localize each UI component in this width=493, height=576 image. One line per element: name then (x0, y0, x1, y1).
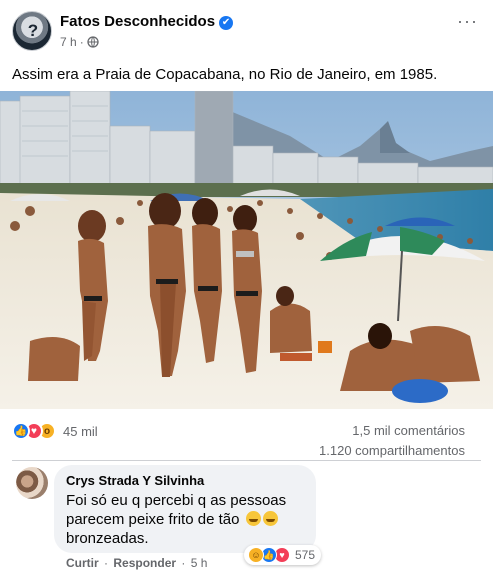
post-reactions[interactable]: 👍 ♥ o 45 mil (12, 422, 98, 440)
post-caption: Assim era a Praia de Copacabana, no Rio … (12, 66, 438, 83)
action-separator: · (181, 556, 186, 570)
stats-divider (12, 460, 481, 461)
post-meta: 7 h · (60, 35, 99, 49)
globe-icon (87, 36, 99, 48)
commenter-avatar[interactable] (16, 467, 48, 499)
comment-actions: Curtir · Responder · 5 h (66, 556, 207, 570)
beach-photo-illustration (0, 91, 493, 409)
verified-badge-icon: ✔ (219, 16, 234, 30)
comment-reactions[interactable]: ☺ 👍 ♥ 575 (244, 545, 322, 565)
comment-time[interactable]: 5 h (191, 556, 208, 570)
post-stats: 👍 ♥ o 45 mil 1,5 mil comentários 1.120 c… (0, 418, 493, 462)
comments-count[interactable]: 1,5 mil comentários (352, 423, 465, 438)
page-name[interactable]: Fatos Desconhecidos ✔ (60, 13, 234, 30)
post-time[interactable]: 7 h (60, 35, 77, 49)
comment-reply-button[interactable]: Responder (113, 556, 176, 570)
page-avatar[interactable]: ? (12, 11, 52, 51)
post-header: ? Fatos Desconhecidos ✔ 7 h · ··· (12, 11, 482, 53)
facebook-post: ? Fatos Desconhecidos ✔ 7 h · ··· Assim er… (0, 0, 493, 576)
action-separator: · (104, 556, 109, 570)
reactions-count[interactable]: 45 mil (63, 424, 98, 439)
comment-like-button[interactable]: Curtir (66, 556, 99, 570)
meta-separator: · (79, 35, 84, 49)
haha-reaction-icon: ☺ (248, 547, 264, 563)
comment-bubble: Crys Strada Y Silvinha Foi só eu q perce… (54, 465, 316, 553)
shares-count[interactable]: 1.120 compartilhamentos (319, 443, 465, 458)
comment-text: Foi só eu q percebi q as pessoas parecem… (66, 492, 287, 547)
like-reaction-icon: 👍 (12, 422, 30, 440)
hot-face-emoji-icon (262, 511, 278, 526)
comment-author[interactable]: Crys Strada Y Silvinha (66, 473, 204, 488)
comment-reactions-count: 575 (295, 548, 316, 562)
hot-face-emoji-icon (245, 511, 261, 526)
post-photo[interactable] (0, 91, 493, 409)
more-horizontal-icon[interactable]: ··· (457, 12, 478, 30)
